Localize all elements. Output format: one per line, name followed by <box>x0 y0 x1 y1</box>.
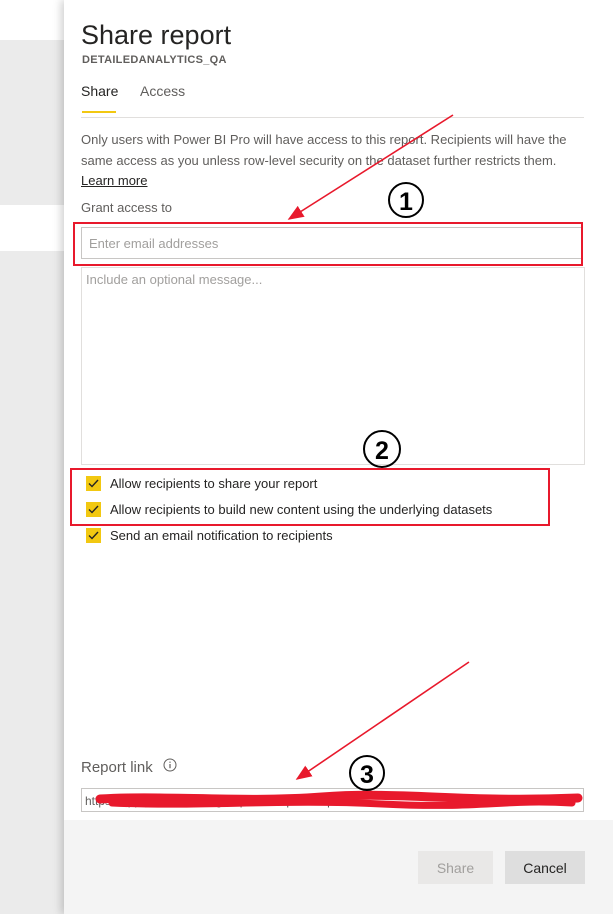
tab-share[interactable]: Share <box>81 83 118 99</box>
info-message: Only users with Power BI Pro will have a… <box>81 130 591 192</box>
background-header-band <box>0 0 64 40</box>
background-app-area <box>0 0 64 914</box>
checkbox-checked-icon[interactable] <box>86 528 101 543</box>
report-link-field[interactable]: https://app.powerbi.com/groups/me/report… <box>81 788 584 812</box>
option-label: Allow recipients to share your report <box>110 476 318 491</box>
dialog-title: Share report <box>81 20 232 50</box>
redaction-scribble <box>95 790 583 809</box>
tab-access[interactable]: Access <box>140 83 185 99</box>
message-input[interactable] <box>81 267 585 465</box>
option-label: Send an email notification to recipients <box>110 528 333 543</box>
learn-more-link[interactable]: Learn more <box>81 173 147 188</box>
email-input[interactable] <box>81 227 582 259</box>
option-send-email[interactable]: Send an email notification to recipients <box>86 528 333 543</box>
grant-access-label: Grant access to <box>81 200 173 215</box>
info-text: Only users with Power BI Pro will have a… <box>81 132 567 168</box>
option-allow-build[interactable]: Allow recipients to build new content us… <box>86 502 492 517</box>
share-button[interactable]: Share <box>418 851 493 884</box>
tab-divider <box>81 117 584 118</box>
background-selected-row <box>0 205 64 251</box>
report-link-label: Report link <box>81 759 153 776</box>
checkbox-checked-icon[interactable] <box>86 476 101 491</box>
report-name: DETAILEDANALYTICS_QA <box>82 54 227 66</box>
info-icon[interactable] <box>163 758 177 772</box>
option-allow-share[interactable]: Allow recipients to share your report <box>86 476 317 491</box>
checkbox-checked-icon[interactable] <box>86 502 101 517</box>
cancel-button[interactable]: Cancel <box>505 851 585 884</box>
active-tab-indicator <box>82 111 116 113</box>
option-label: Allow recipients to build new content us… <box>110 502 493 517</box>
share-report-panel: Share report DETAILEDANALYTICS_QA Share … <box>64 0 613 914</box>
